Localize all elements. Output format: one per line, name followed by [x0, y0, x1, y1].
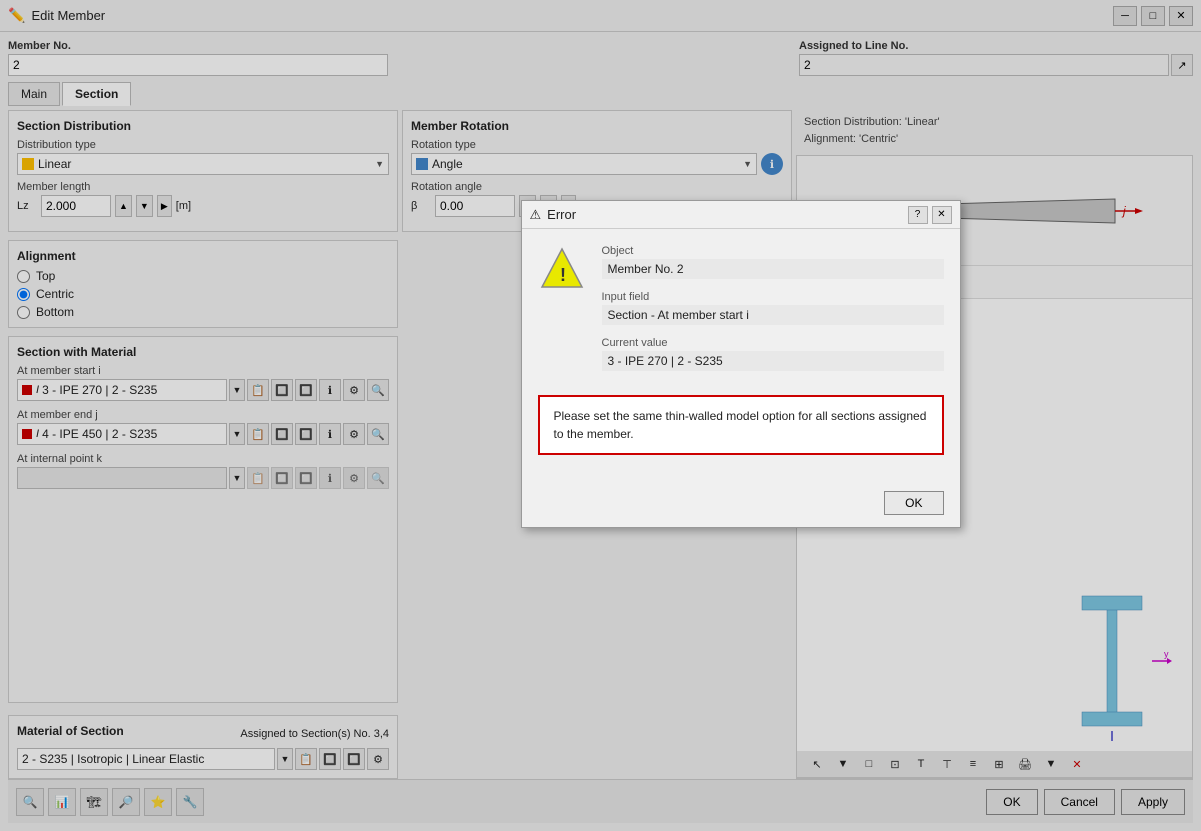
dialog-object-field: Object Member No. 2 — [602, 245, 944, 279]
dialog-question-btn[interactable]: ? — [908, 206, 928, 224]
warning-icon: ! — [538, 245, 586, 293]
dialog-current-value-field: Current value 3 - IPE 270 | 2 - S235 — [602, 337, 944, 371]
main-window: ✏️ Edit Member ─ □ ✕ Member No. Assigned… — [0, 0, 1201, 831]
dialog-close-btn[interactable]: ✕ — [932, 206, 952, 224]
error-dialog-overlay: ⚠ Error ? ✕ ! — [0, 0, 1201, 831]
dialog-object-label: Object — [602, 245, 944, 257]
error-dialog: ⚠ Error ? ✕ ! — [521, 200, 961, 528]
dialog-fields: Object Member No. 2 Input field Section … — [602, 245, 944, 383]
dialog-current-value-label: Current value — [602, 337, 944, 349]
dialog-title-icon: ⚠ — [530, 207, 542, 223]
dialog-object-value: Member No. 2 — [602, 259, 944, 279]
warning-triangle: ! — [538, 245, 586, 293]
dialog-error-message: Please set the same thin-walled model op… — [538, 395, 944, 455]
dialog-current-value-value: 3 - IPE 270 | 2 - S235 — [602, 351, 944, 371]
dialog-title-bar: ⚠ Error ? ✕ — [522, 201, 960, 229]
svg-text:!: ! — [560, 265, 566, 285]
dialog-ok-button[interactable]: OK — [884, 491, 943, 515]
dialog-title-controls: ? ✕ — [908, 206, 952, 224]
dialog-input-label: Input field — [602, 291, 944, 303]
dialog-footer: OK — [522, 483, 960, 527]
dialog-input-field: Input field Section - At member start i — [602, 291, 944, 325]
dialog-title-text: Error — [547, 207, 907, 222]
dialog-body: ! Object Member No. 2 Input field Sectio… — [522, 229, 960, 483]
dialog-input-value: Section - At member start i — [602, 305, 944, 325]
warning-container: ! Object Member No. 2 Input field Sectio… — [538, 245, 944, 383]
